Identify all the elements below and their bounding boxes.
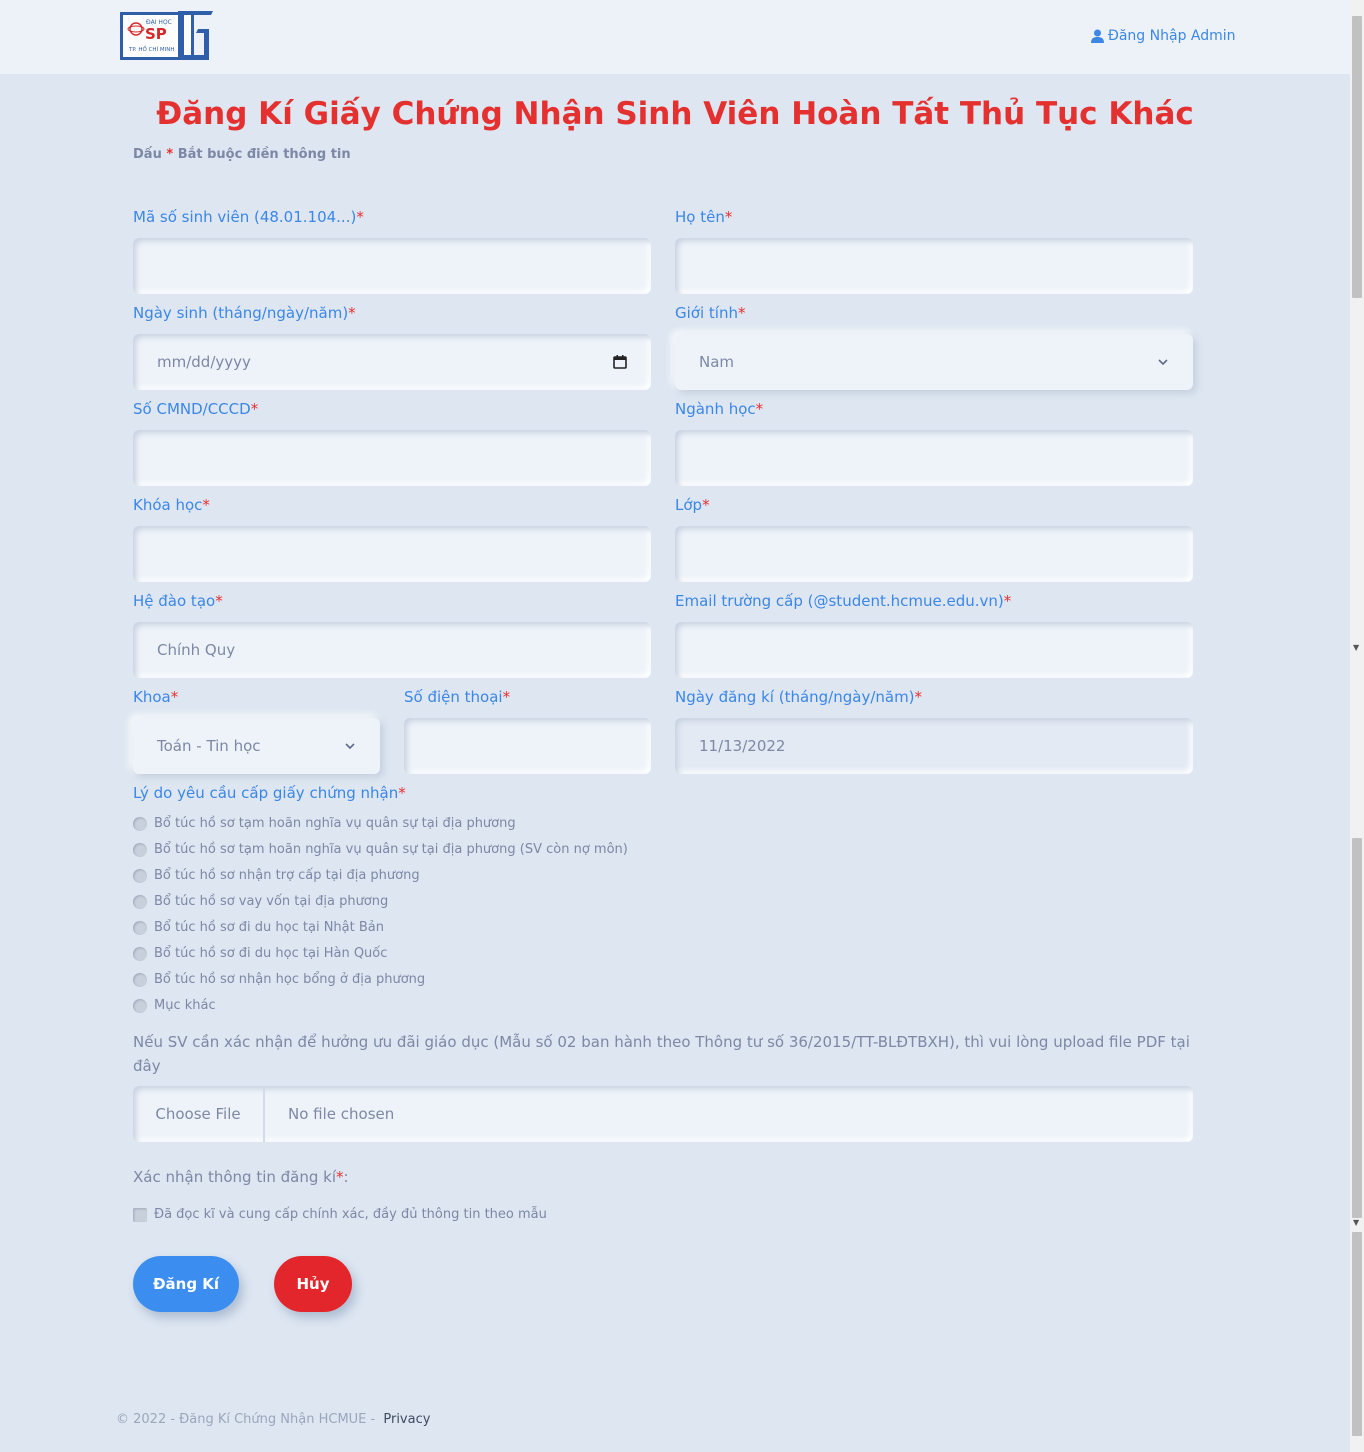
class-input[interactable] [675,526,1193,582]
id-card-input[interactable] [133,430,651,486]
reg-date-input: 11/13/2022 [675,718,1193,774]
user-icon [1091,29,1104,43]
student-id-label: Mã số sinh viên (48.01.104...)* [133,208,364,226]
file-upload-input[interactable]: Choose File No file chosen [133,1086,1193,1142]
reg-date-label: Ngày đăng kí (tháng/ngày/năm)* [675,688,923,706]
dob-placeholder: mm/dd/yyyy [157,353,251,371]
student-id-input[interactable] [133,238,651,294]
reason-option[interactable]: Bổ túc hồ sơ tạm hoãn nghĩa vụ quân sự t… [133,842,628,857]
chevron-down-icon [1158,359,1168,366]
footer-copyright: © 2022 - Đăng Kí Chứng Nhận HCMUE - [116,1412,376,1427]
choose-file-button[interactable]: Choose File [133,1086,265,1142]
top-navbar: ĐẠI HỌC SP TP. HỒ CHÍ MINH Đăng Nhập Adm… [0,0,1350,74]
reason-option[interactable]: Bổ túc hồ sơ nhận trợ cấp tại địa phương [133,868,420,883]
gender-label: Giới tính* [675,304,746,322]
faculty-label: Khoa* [133,688,179,706]
email-input[interactable] [675,622,1193,678]
radio-button[interactable] [133,816,147,831]
program-label: Hệ đào tạo* [133,592,223,610]
radio-button[interactable] [133,998,147,1013]
phone-label: Số điện thoại* [404,688,511,706]
radio-button[interactable] [133,868,147,883]
confirm-option[interactable]: Đã đọc kĩ và cung cấp chính xác, đầy đủ … [133,1207,547,1222]
reason-option[interactable]: Bổ túc hồ sơ đi du học tại Hàn Quốc [133,946,387,961]
file-status: No file chosen [288,1105,395,1123]
radio-button[interactable] [133,972,147,987]
major-input[interactable] [675,430,1193,486]
chevron-down-icon [345,743,355,750]
course-input[interactable] [133,526,651,582]
reason-option[interactable]: Bổ túc hồ sơ nhận học bổng ở địa phương [133,972,425,987]
confirm-label: Xác nhận thông tin đăng kí*: [133,1168,349,1186]
radio-button[interactable] [133,842,147,857]
fullname-input[interactable] [675,238,1193,294]
submit-button[interactable]: Đăng Kí [133,1256,239,1312]
dob-input[interactable]: mm/dd/yyyy [133,334,651,390]
radio-button[interactable] [133,894,147,909]
admin-login-link[interactable]: Đăng Nhập Admin [1091,28,1236,44]
cancel-button[interactable]: Hủy [274,1256,352,1312]
class-label: Lớp* [675,496,710,514]
reason-label: Lý do yêu cầu cấp giấy chứng nhận* [133,784,406,802]
scrollbar-thumb[interactable] [1352,838,1362,1218]
reason-option[interactable]: Mục khác [133,998,216,1013]
required-note: Dấu * Bắt buộc điền thông tin [133,147,351,162]
calendar-icon[interactable] [613,355,627,369]
reason-option[interactable]: Bổ túc hồ sơ đi du học tại Nhật Bản [133,920,384,935]
scroll-down-arrow[interactable]: ▼ [1353,1219,1361,1227]
footer: © 2022 - Đăng Kí Chứng Nhận HCMUE - Priv… [116,1412,430,1427]
fullname-label: Họ tên* [675,208,733,226]
reason-option[interactable]: Bổ túc hồ sơ tạm hoãn nghĩa vụ quân sự t… [133,816,516,831]
course-label: Khóa học* [133,496,210,514]
email-label: Email trường cấp (@student.hcmue.edu.vn)… [675,592,1012,610]
phone-input[interactable] [404,718,651,774]
scrollbar-thumb[interactable] [1352,1232,1362,1436]
radio-button[interactable] [133,946,147,961]
gender-selected: Nam [699,353,735,371]
dob-label: Ngày sinh (tháng/ngày/năm)* [133,304,356,322]
scrollbar-thumb[interactable] [1352,16,1362,298]
gender-select[interactable]: Nam [675,334,1193,390]
privacy-link[interactable]: Privacy [383,1412,430,1427]
confirm-checkbox[interactable] [133,1207,147,1222]
id-card-label: Số CMND/CCCD* [133,400,259,418]
major-label: Ngành học* [675,400,764,418]
page-scrollbar[interactable]: ▼ ▼ [1350,0,1364,1452]
program-input[interactable]: Chính Quy [133,622,651,678]
admin-login-label: Đăng Nhập Admin [1108,28,1236,44]
upload-note: Nếu SV cần xác nhận để hưởng ưu đãi giáo… [133,1033,1190,1075]
faculty-selected: Toán - Tin học [157,737,261,755]
page-title: Đăng Kí Giấy Chứng Nhận Sinh Viên Hoàn T… [156,96,1194,132]
logo-text-main: SP [145,25,167,43]
radio-button[interactable] [133,920,147,935]
reason-option[interactable]: Bổ túc hồ sơ vay vốn tại địa phương [133,894,388,909]
university-logo[interactable]: ĐẠI HỌC SP TP. HỒ CHÍ MINH [118,9,214,63]
scroll-down-arrow[interactable]: ▼ [1353,644,1361,652]
faculty-select[interactable]: Toán - Tin học [133,718,380,774]
